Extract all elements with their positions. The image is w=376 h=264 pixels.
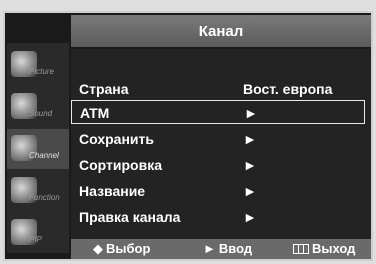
sidebar-item-picture[interactable]: Picture (7, 45, 69, 85)
sidebar-item-pip[interactable]: PIP (7, 213, 69, 253)
arrow-right-icon: ► (243, 209, 257, 225)
menu-row-country[interactable]: Страна Вост. европа (71, 77, 371, 101)
menu-row-store[interactable]: Сохранить ► (71, 127, 371, 151)
menu-title-text: Канал (198, 22, 244, 40)
arrow-right-icon: ► (243, 183, 257, 199)
enter-icon: ► (203, 241, 216, 256)
row-value: Вост. европа (243, 81, 333, 97)
hint-enter: ► Ввод (203, 241, 252, 256)
channel-menu-list: Страна Вост. европа ATM ► Сохранить ► Со… (71, 49, 371, 239)
sidebar-item-label: Picture (29, 67, 54, 76)
menu-icon (293, 244, 309, 254)
arrow-right-icon: ► (244, 105, 258, 121)
sidebar-item-channel[interactable]: Channel (7, 129, 69, 169)
row-label: ATM (80, 105, 110, 121)
sidebar-item-sound[interactable]: Sound (7, 87, 69, 127)
hint-exit: Выход (293, 241, 355, 256)
row-label: Страна (79, 81, 129, 97)
footer-hints: ◆ Выбор ► Ввод Выход (71, 239, 371, 259)
hint-enter-label: Ввод (218, 241, 253, 256)
sidebar-item-label: PIP (29, 235, 42, 244)
hint-exit-label: Выход (312, 241, 356, 256)
arrow-right-icon: ► (243, 157, 257, 173)
menu-row-sort[interactable]: Сортировка ► (71, 153, 371, 177)
hint-select: ◆ Выбор (93, 241, 150, 257)
menu-row-channel-edit[interactable]: Правка канала ► (71, 205, 371, 229)
menu-title: Канал (71, 15, 371, 47)
sidebar-item-label: Sound (29, 109, 53, 118)
sidebar-item-label: Function (29, 193, 60, 202)
updown-icon: ◆ (93, 241, 103, 256)
category-sidebar: Picture Sound Channel Function PIP (7, 43, 69, 253)
sidebar-item-function[interactable]: Function (7, 171, 69, 211)
tv-screen: Канал Picture Sound Channel Function PIP (0, 0, 376, 264)
osd-menu: Канал Picture Sound Channel Function PIP (3, 11, 373, 261)
menu-row-name[interactable]: Название ► (71, 179, 371, 203)
sidebar-item-label: Channel (29, 151, 59, 160)
row-label: Сохранить (79, 131, 154, 147)
hint-select-label: Выбор (106, 241, 151, 256)
row-label: Правка канала (79, 209, 181, 225)
row-label: Название (79, 183, 146, 199)
menu-row-atm[interactable]: ATM ► (71, 100, 365, 124)
row-label: Сортировка (79, 157, 162, 173)
arrow-right-icon: ► (243, 131, 257, 147)
